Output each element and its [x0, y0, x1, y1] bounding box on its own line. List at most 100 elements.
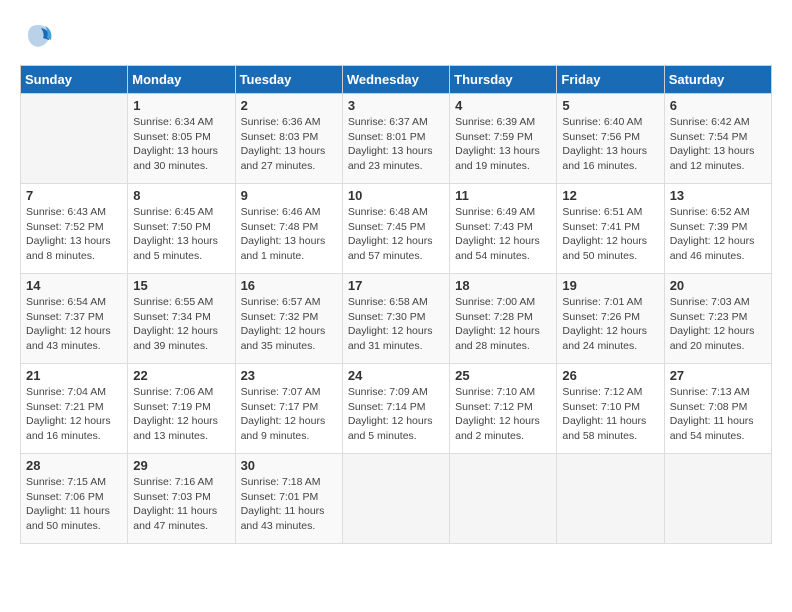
calendar-cell: 12Sunrise: 6:51 AM Sunset: 7:41 PM Dayli…	[557, 184, 664, 274]
calendar-cell: 5 Sunrise: 6:40 AM Sunset: 7:56 PM Daylig…	[557, 94, 664, 184]
day-number: 9	[241, 188, 337, 203]
day-header-sunday: Sunday	[21, 66, 128, 94]
cell-content: Sunrise: 6:54 AM Sunset: 7:37 PM Dayligh…	[26, 295, 122, 354]
cell-content: Sunrise: 6:51 AM Sunset: 7:41 PM Dayligh…	[562, 205, 658, 264]
calendar-cell	[342, 454, 449, 544]
cell-content: Sunrise: 7:00 AM Sunset: 7:28 PM Dayligh…	[455, 295, 551, 354]
cell-content: Sunrise: 6:57 AM Sunset: 7:32 PM Dayligh…	[241, 295, 337, 354]
logo-icon	[23, 20, 53, 50]
day-number: 1	[133, 98, 229, 113]
calendar-cell	[557, 454, 664, 544]
calendar-table: SundayMondayTuesdayWednesdayThursdayFrid…	[20, 65, 772, 544]
cell-content: Sunrise: 6:48 AM Sunset: 7:45 PM Dayligh…	[348, 205, 444, 264]
day-number: 19	[562, 278, 658, 293]
calendar-cell: 8 Sunrise: 6:45 AM Sunset: 7:50 PM Daylig…	[128, 184, 235, 274]
day-number: 16	[241, 278, 337, 293]
cell-content: Sunrise: 7:06 AM Sunset: 7:19 PM Dayligh…	[133, 385, 229, 444]
calendar-cell: 28 Sunrise: 7:15 AM Sunset: 7:06 PM Dayli…	[21, 454, 128, 544]
day-header-monday: Monday	[128, 66, 235, 94]
calendar-cell: 2 Sunrise: 6:36 AM Sunset: 8:03 PM Daylig…	[235, 94, 342, 184]
calendar-cell: 18 Sunrise: 7:00 AM Sunset: 7:28 PM Dayli…	[450, 274, 557, 364]
day-number: 11	[455, 188, 551, 203]
cell-content: Sunrise: 7:04 AM Sunset: 7:21 PM Dayligh…	[26, 385, 122, 444]
day-number: 6	[670, 98, 766, 113]
calendar-week-3: 14Sunrise: 6:54 AM Sunset: 7:37 PM Dayli…	[21, 274, 772, 364]
day-number: 24	[348, 368, 444, 383]
day-number: 8	[133, 188, 229, 203]
calendar-cell: 10 Sunrise: 6:48 AM Sunset: 7:45 PM Dayli…	[342, 184, 449, 274]
cell-content: Sunrise: 7:15 AM Sunset: 7:06 PM Dayligh…	[26, 475, 122, 534]
calendar-cell: 1 Sunrise: 6:34 AM Sunset: 8:05 PM Daylig…	[128, 94, 235, 184]
calendar-week-1: 1 Sunrise: 6:34 AM Sunset: 8:05 PM Daylig…	[21, 94, 772, 184]
cell-content: Sunrise: 6:39 AM Sunset: 7:59 PM Dayligh…	[455, 115, 551, 174]
day-number: 25	[455, 368, 551, 383]
day-number: 28	[26, 458, 122, 473]
cell-content: Sunrise: 6:52 AM Sunset: 7:39 PM Dayligh…	[670, 205, 766, 264]
cell-content: Sunrise: 6:45 AM Sunset: 7:50 PM Dayligh…	[133, 205, 229, 264]
day-header-tuesday: Tuesday	[235, 66, 342, 94]
calendar-cell: 17 Sunrise: 6:58 AM Sunset: 7:30 PM Dayli…	[342, 274, 449, 364]
calendar-cell: 29 Sunrise: 7:16 AM Sunset: 7:03 PM Dayli…	[128, 454, 235, 544]
day-number: 18	[455, 278, 551, 293]
day-number: 23	[241, 368, 337, 383]
calendar-cell: 25 Sunrise: 7:10 AM Sunset: 7:12 PM Dayli…	[450, 364, 557, 454]
calendar-week-5: 28 Sunrise: 7:15 AM Sunset: 7:06 PM Dayli…	[21, 454, 772, 544]
day-number: 10	[348, 188, 444, 203]
calendar-cell: 23 Sunrise: 7:07 AM Sunset: 7:17 PM Dayli…	[235, 364, 342, 454]
cell-content: Sunrise: 7:01 AM Sunset: 7:26 PM Dayligh…	[562, 295, 658, 354]
day-number: 5	[562, 98, 658, 113]
cell-content: Sunrise: 6:40 AM Sunset: 7:56 PM Dayligh…	[562, 115, 658, 174]
calendar-cell: 14Sunrise: 6:54 AM Sunset: 7:37 PM Dayli…	[21, 274, 128, 364]
calendar-cell	[21, 94, 128, 184]
cell-content: Sunrise: 7:13 AM Sunset: 7:08 PM Dayligh…	[670, 385, 766, 444]
day-number: 29	[133, 458, 229, 473]
calendar-cell	[664, 454, 771, 544]
calendar-cell: 3 Sunrise: 6:37 AM Sunset: 8:01 PM Daylig…	[342, 94, 449, 184]
calendar-week-2: 7 Sunrise: 6:43 AM Sunset: 7:52 PM Daylig…	[21, 184, 772, 274]
day-number: 3	[348, 98, 444, 113]
cell-content: Sunrise: 7:16 AM Sunset: 7:03 PM Dayligh…	[133, 475, 229, 534]
calendar-cell: 27Sunrise: 7:13 AM Sunset: 7:08 PM Dayli…	[664, 364, 771, 454]
cell-content: Sunrise: 7:07 AM Sunset: 7:17 PM Dayligh…	[241, 385, 337, 444]
calendar-cell: 7 Sunrise: 6:43 AM Sunset: 7:52 PM Daylig…	[21, 184, 128, 274]
calendar-cell: 30Sunrise: 7:18 AM Sunset: 7:01 PM Dayli…	[235, 454, 342, 544]
cell-content: Sunrise: 7:12 AM Sunset: 7:10 PM Dayligh…	[562, 385, 658, 444]
cell-content: Sunrise: 6:42 AM Sunset: 7:54 PM Dayligh…	[670, 115, 766, 174]
day-number: 17	[348, 278, 444, 293]
cell-content: Sunrise: 7:09 AM Sunset: 7:14 PM Dayligh…	[348, 385, 444, 444]
day-number: 20	[670, 278, 766, 293]
day-header-wednesday: Wednesday	[342, 66, 449, 94]
calendar-cell: 26 Sunrise: 7:12 AM Sunset: 7:10 PM Dayli…	[557, 364, 664, 454]
cell-content: Sunrise: 6:34 AM Sunset: 8:05 PM Dayligh…	[133, 115, 229, 174]
day-number: 26	[562, 368, 658, 383]
cell-content: Sunrise: 6:37 AM Sunset: 8:01 PM Dayligh…	[348, 115, 444, 174]
day-number: 13	[670, 188, 766, 203]
day-number: 4	[455, 98, 551, 113]
calendar-cell: 24 Sunrise: 7:09 AM Sunset: 7:14 PM Dayli…	[342, 364, 449, 454]
calendar-cell: 20 Sunrise: 7:03 AM Sunset: 7:23 PM Dayli…	[664, 274, 771, 364]
calendar-cell: 6 Sunrise: 6:42 AM Sunset: 7:54 PM Daylig…	[664, 94, 771, 184]
calendar-cell: 22 Sunrise: 7:06 AM Sunset: 7:19 PM Dayli…	[128, 364, 235, 454]
day-number: 2	[241, 98, 337, 113]
cell-content: Sunrise: 6:55 AM Sunset: 7:34 PM Dayligh…	[133, 295, 229, 354]
calendar-cell: 21Sunrise: 7:04 AM Sunset: 7:21 PM Dayli…	[21, 364, 128, 454]
cell-content: Sunrise: 7:03 AM Sunset: 7:23 PM Dayligh…	[670, 295, 766, 354]
day-header-saturday: Saturday	[664, 66, 771, 94]
cell-content: Sunrise: 7:10 AM Sunset: 7:12 PM Dayligh…	[455, 385, 551, 444]
day-header-thursday: Thursday	[450, 66, 557, 94]
cell-content: Sunrise: 6:43 AM Sunset: 7:52 PM Dayligh…	[26, 205, 122, 264]
day-number: 22	[133, 368, 229, 383]
day-header-friday: Friday	[557, 66, 664, 94]
cell-content: Sunrise: 6:36 AM Sunset: 8:03 PM Dayligh…	[241, 115, 337, 174]
calendar-cell: 15 Sunrise: 6:55 AM Sunset: 7:34 PM Dayli…	[128, 274, 235, 364]
day-number: 15	[133, 278, 229, 293]
calendar-cell: 13 Sunrise: 6:52 AM Sunset: 7:39 PM Dayli…	[664, 184, 771, 274]
day-number: 30	[241, 458, 337, 473]
day-number: 7	[26, 188, 122, 203]
cell-content: Sunrise: 6:58 AM Sunset: 7:30 PM Dayligh…	[348, 295, 444, 354]
calendar-cell: 19 Sunrise: 7:01 AM Sunset: 7:26 PM Dayli…	[557, 274, 664, 364]
calendar-cell: 4 Sunrise: 6:39 AM Sunset: 7:59 PM Daylig…	[450, 94, 557, 184]
cell-content: Sunrise: 6:46 AM Sunset: 7:48 PM Dayligh…	[241, 205, 337, 264]
calendar-cell	[450, 454, 557, 544]
cell-content: Sunrise: 6:49 AM Sunset: 7:43 PM Dayligh…	[455, 205, 551, 264]
